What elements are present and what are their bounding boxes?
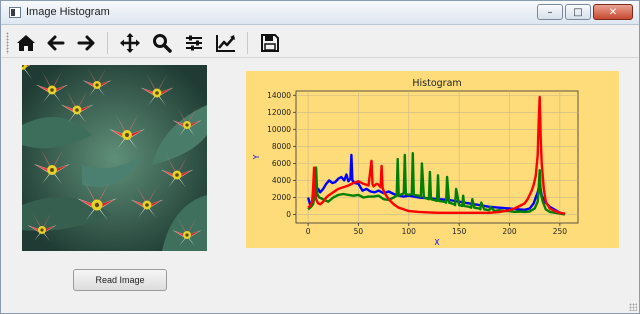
y-tick-label: 14000 bbox=[267, 91, 291, 100]
x-axis-label: X bbox=[434, 238, 439, 247]
y-axis-label: Y bbox=[252, 154, 261, 160]
back-arrow-icon bbox=[47, 35, 65, 51]
toolbar-separator bbox=[247, 32, 248, 54]
x-tick-label: 50 bbox=[354, 227, 364, 236]
home-icon bbox=[17, 35, 35, 51]
app-window: Image Histogram – □ ✕ Read Image 0 50 10… bbox=[0, 0, 640, 314]
navigation-toolbar bbox=[1, 26, 639, 58]
y-tick-label: 10000 bbox=[267, 125, 291, 134]
plot-area bbox=[295, 90, 579, 224]
y-tick-label: 12000 bbox=[267, 108, 291, 117]
configure-subplots-icon bbox=[186, 35, 202, 51]
tulip-image bbox=[22, 65, 207, 251]
histogram-plot-panel[interactable]: 0 50 100 150 200 250 0 2000 4000 6000 8000 10000 120… bbox=[246, 71, 619, 248]
title-bar[interactable]: Image Histogram – □ ✕ bbox=[1, 1, 639, 25]
window-title: Image Histogram bbox=[26, 6, 110, 18]
x-tick-label: 0 bbox=[306, 227, 311, 236]
y-tick-label: 8000 bbox=[272, 142, 291, 151]
back-button[interactable] bbox=[43, 30, 69, 56]
edit-axis-button[interactable] bbox=[213, 30, 239, 56]
pan-button[interactable] bbox=[117, 30, 143, 56]
x-tick-label: 200 bbox=[502, 227, 517, 236]
home-button[interactable] bbox=[13, 30, 39, 56]
close-button[interactable]: ✕ bbox=[593, 4, 633, 20]
x-tick-label: 100 bbox=[402, 227, 417, 236]
tulip-image-art bbox=[22, 65, 207, 251]
toolbar-separator bbox=[107, 32, 108, 54]
chart-title: Histogram bbox=[412, 78, 461, 89]
forward-button[interactable] bbox=[73, 30, 99, 56]
zoom-button[interactable] bbox=[149, 30, 175, 56]
x-tick-label: 250 bbox=[553, 227, 568, 236]
histogram-chart: 0 50 100 150 200 250 0 2000 4000 6000 8000 10000 120… bbox=[252, 78, 579, 247]
resize-grip[interactable] bbox=[629, 303, 637, 311]
app-icon bbox=[9, 7, 21, 18]
read-image-button[interactable]: Read Image bbox=[73, 269, 167, 291]
save-icon bbox=[261, 34, 279, 52]
minimize-button[interactable]: – bbox=[537, 4, 563, 20]
y-tick-label: 4000 bbox=[272, 176, 291, 185]
zoom-icon bbox=[153, 34, 172, 53]
toolbar-grip[interactable] bbox=[6, 32, 9, 54]
y-tick-label: 2000 bbox=[272, 193, 291, 202]
maximize-button[interactable]: □ bbox=[565, 4, 591, 20]
x-tick-label: 150 bbox=[452, 227, 467, 236]
configure-subplots-button[interactable] bbox=[181, 30, 207, 56]
y-tick-label: 6000 bbox=[272, 159, 291, 168]
pan-icon bbox=[120, 33, 140, 53]
edit-axis-icon bbox=[216, 35, 235, 52]
forward-arrow-icon bbox=[77, 35, 95, 51]
y-tick-label: 0 bbox=[286, 210, 291, 219]
window-controls: – □ ✕ bbox=[537, 4, 633, 20]
save-button[interactable] bbox=[257, 30, 283, 56]
